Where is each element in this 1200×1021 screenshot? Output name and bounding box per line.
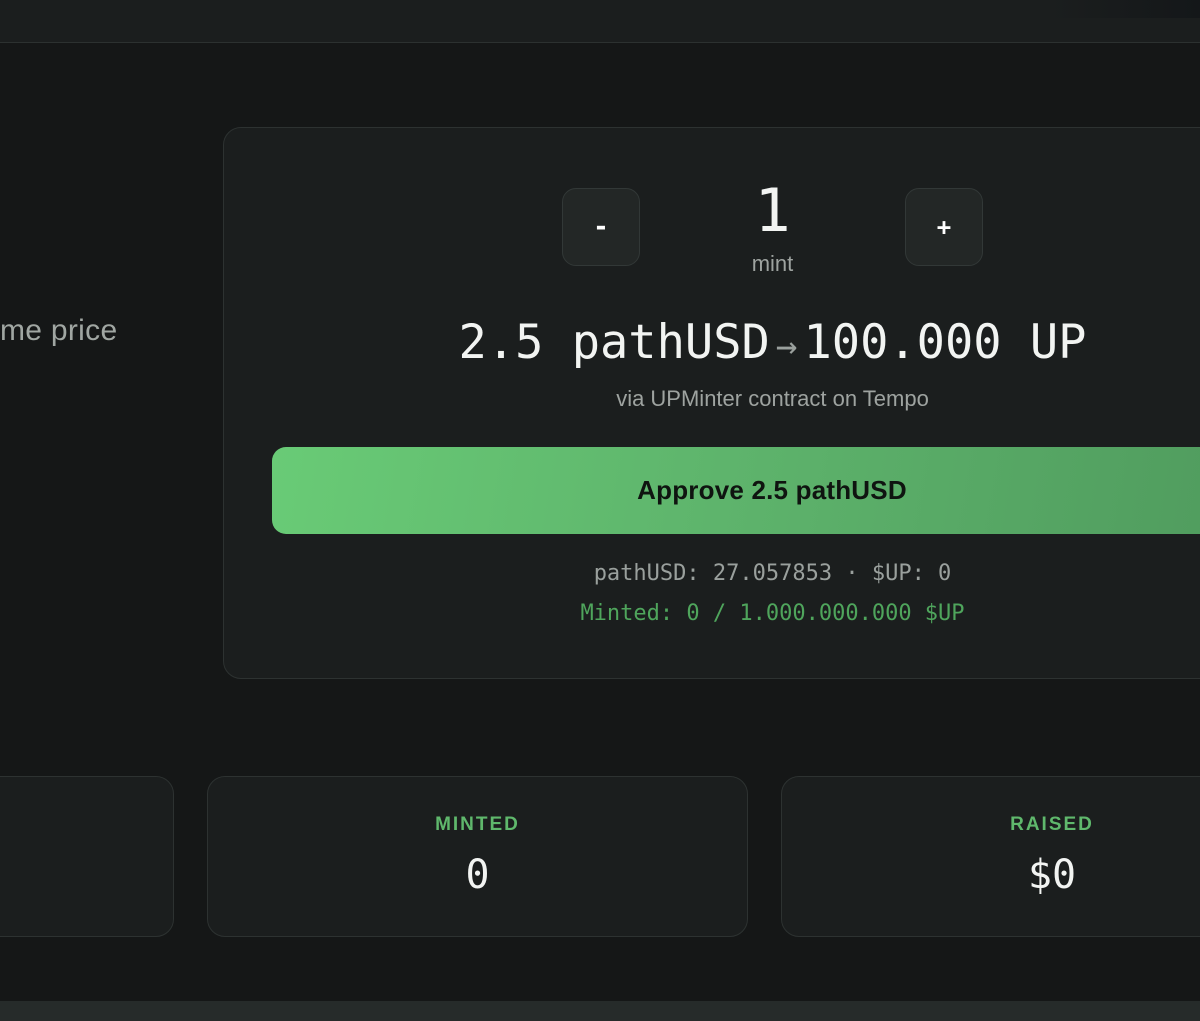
mint-quantity-value: 1 [754, 176, 791, 246]
minted-progress-text: Minted: 0 / 1.000.000.000 $UP [580, 601, 965, 626]
stat-value-minted: 0 [465, 852, 490, 898]
approve-button-label: Approve 2.5 pathUSD [637, 475, 907, 505]
contract-note: via UPMinter contract on Tempo [616, 386, 929, 411]
decrement-quantity-button[interactable]: - [562, 188, 640, 266]
stat-label-minted: MINTED [435, 814, 520, 835]
page: me price - 1 mint + 2.5 pathUSD → 100.000 … [0, 0, 1200, 1021]
pay-amount: 2.5 pathUSD [458, 315, 770, 370]
top-bar-shade [1050, 0, 1200, 18]
arrow-right-icon: → [775, 326, 798, 367]
stat-card-raised: RAISED $0 [781, 776, 1200, 937]
hero-tagline-fragment: me price [0, 314, 118, 347]
wallet-balances: pathUSD: 27.057853 · $UP: 0 [593, 561, 952, 586]
stat-value-raised: $0 [1027, 852, 1077, 898]
stat-card-partial [0, 776, 174, 937]
mint-quantity-unit: mint [751, 251, 794, 276]
approve-button[interactable]: Approve 2.5 pathUSD [272, 447, 1200, 534]
stat-card-minted: MINTED 0 [207, 776, 748, 937]
stat-label-raised: RAISED [1010, 814, 1094, 835]
conversion-summary: 2.5 pathUSD → 100.000 UP [300, 312, 1200, 378]
top-navigation-bar [0, 0, 1200, 43]
receive-amount: 100.000 UP [803, 315, 1087, 370]
bottom-bar [0, 1001, 1200, 1021]
increment-quantity-button[interactable]: + [905, 188, 983, 266]
